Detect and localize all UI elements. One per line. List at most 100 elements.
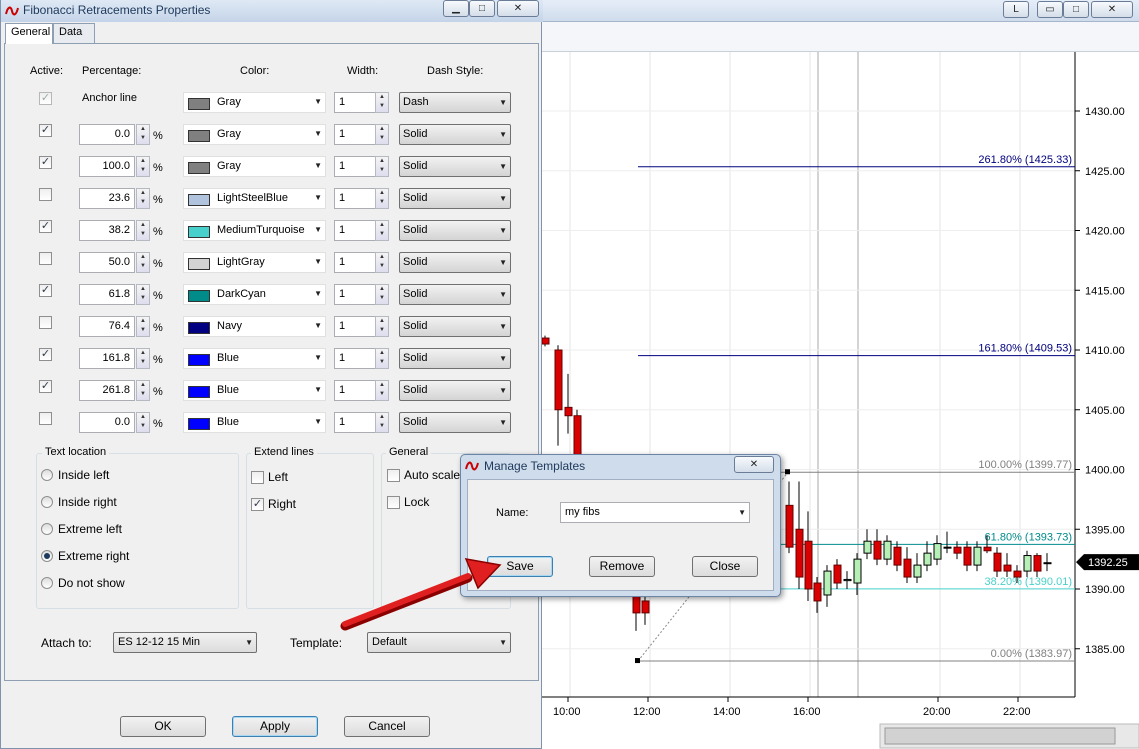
text-location-radio[interactable] [41,496,53,508]
level-width-input[interactable]: 1 [334,412,376,433]
anchor-dash-dropdown[interactable]: Dash ▼ [399,92,511,113]
level-percent-input[interactable]: 161.8 [79,348,135,369]
level-width-spinner[interactable]: ▲ ▼ [375,188,389,209]
level-percent-input[interactable]: 50.0 [79,252,135,273]
level-width-spinner[interactable]: ▲ ▼ [375,412,389,433]
level-width-spinner[interactable]: ▲ ▼ [375,284,389,305]
level-dash-dropdown[interactable]: Solid ▼ [399,316,511,337]
level-dash-dropdown[interactable]: Solid ▼ [399,252,511,273]
level-percent-spinner[interactable]: ▲ ▼ [136,220,150,241]
level-percent-input[interactable]: 76.4 [79,316,135,337]
level-active-checkbox[interactable]: ✓ [39,124,52,137]
level-percent-spinner[interactable]: ▲ ▼ [136,316,150,337]
level-color-dropdown[interactable]: Gray ▼ [183,156,326,177]
template-name-input[interactable]: my fibs ▼ [560,502,750,523]
chart-link-button[interactable]: L [1003,1,1029,18]
level-percent-spinner[interactable]: ▲ ▼ [136,188,150,209]
level-width-input[interactable]: 1 [334,220,376,241]
level-percent-spinner[interactable]: ▲ ▼ [136,252,150,273]
level-percent-input[interactable]: 0.0 [79,412,135,433]
level-dash-dropdown[interactable]: Solid ▼ [399,156,511,177]
level-dash-dropdown[interactable]: Solid ▼ [399,348,511,369]
level-width-spinner[interactable]: ▲ ▼ [375,316,389,337]
level-percent-spinner[interactable]: ▲ ▼ [136,380,150,401]
level-percent-spinner[interactable]: ▲ ▼ [136,156,150,177]
level-color-dropdown[interactable]: Navy ▼ [183,316,326,337]
level-width-spinner[interactable]: ▲ ▼ [375,348,389,369]
level-width-input[interactable]: 1 [334,252,376,273]
level-dash-dropdown[interactable]: Solid ▼ [399,412,511,433]
level-percent-input[interactable]: 0.0 [79,124,135,145]
level-width-spinner[interactable]: ▲ ▼ [375,156,389,177]
level-width-input[interactable]: 1 [334,316,376,337]
level-width-input[interactable]: 1 [334,348,376,369]
dialog-close-button[interactable]: ✕ [497,0,539,17]
level-percent-spinner[interactable]: ▲ ▼ [136,348,150,369]
manage-close-icon[interactable]: ✕ [734,456,774,473]
level-width-input[interactable]: 1 [334,380,376,401]
level-color-dropdown[interactable]: LightGray ▼ [183,252,326,273]
level-percent-input[interactable]: 23.6 [79,188,135,209]
level-active-checkbox[interactable] [39,316,52,329]
cancel-button[interactable]: Cancel [344,716,430,737]
text-location-radio[interactable] [41,469,53,481]
tab-general[interactable]: General [5,23,53,44]
anchor-width-spinner[interactable]: ▲ ▼ [375,92,389,113]
chart-close-button[interactable]: ✕ [1091,1,1133,18]
extend-left-checkbox[interactable] [251,471,264,484]
level-width-input[interactable]: 1 [334,284,376,305]
level-color-dropdown[interactable]: Blue ▼ [183,348,326,369]
level-active-checkbox[interactable] [39,252,52,265]
level-color-dropdown[interactable]: DarkCyan ▼ [183,284,326,305]
level-width-spinner[interactable]: ▲ ▼ [375,124,389,145]
close-button[interactable]: Close [692,556,758,577]
auto-scale-checkbox[interactable] [387,469,400,482]
apply-button[interactable]: Apply [232,716,318,737]
attach-to-dropdown[interactable]: ES 12-12 15 Min ▼ [113,632,257,653]
level-percent-spinner[interactable]: ▲ ▼ [136,124,150,145]
level-width-input[interactable]: 1 [334,188,376,209]
level-dash-dropdown[interactable]: Solid ▼ [399,124,511,145]
level-percent-input[interactable]: 261.8 [79,380,135,401]
level-color-dropdown[interactable]: Blue ▼ [183,380,326,401]
level-width-spinner[interactable]: ▲ ▼ [375,252,389,273]
dialog-minimize-button[interactable]: ▁ [443,0,469,17]
level-dash-dropdown[interactable]: Solid ▼ [399,380,511,401]
level-active-checkbox[interactable]: ✓ [39,380,52,393]
level-percent-spinner[interactable]: ▲ ▼ [136,412,150,433]
level-color-dropdown[interactable]: MediumTurquoise ▼ [183,220,326,241]
price-chart[interactable]: 1430.00 1425.00 1420.00 1415.00 1410.00 1405.… [540,52,1139,749]
save-button[interactable]: Save [487,556,553,577]
level-active-checkbox[interactable]: ✓ [39,284,52,297]
level-active-checkbox[interactable] [39,188,52,201]
anchor-width-input[interactable]: 1 [334,92,376,113]
level-width-input[interactable]: 1 [334,124,376,145]
dialog-maximize-button[interactable]: □ [469,0,495,17]
level-active-checkbox[interactable]: ✓ [39,220,52,233]
level-dash-dropdown[interactable]: Solid ▼ [399,220,511,241]
level-percent-input[interactable]: 100.0 [79,156,135,177]
text-location-radio[interactable] [41,550,53,562]
level-active-checkbox[interactable]: ✓ [39,156,52,169]
template-dropdown[interactable]: Default ▼ [367,632,511,653]
anchor-color-dropdown[interactable]: Gray ▼ [183,92,326,113]
level-percent-input[interactable]: 38.2 [79,220,135,241]
text-location-radio[interactable] [41,523,53,535]
level-width-spinner[interactable]: ▲ ▼ [375,220,389,241]
tab-data[interactable]: Data [53,23,95,43]
level-color-dropdown[interactable]: Blue ▼ [183,412,326,433]
level-color-dropdown[interactable]: Gray ▼ [183,124,326,145]
extend-right-checkbox[interactable]: ✓ [251,498,264,511]
level-active-checkbox[interactable]: ✓ [39,348,52,361]
ok-button[interactable]: OK [120,716,206,737]
level-dash-dropdown[interactable]: Solid ▼ [399,284,511,305]
level-percent-input[interactable]: 61.8 [79,284,135,305]
lock-checkbox[interactable] [387,496,400,509]
remove-button[interactable]: Remove [589,556,655,577]
level-width-spinner[interactable]: ▲ ▼ [375,380,389,401]
chart-maximize-button[interactable]: □ [1063,1,1089,18]
level-color-dropdown[interactable]: LightSteelBlue ▼ [183,188,326,209]
level-percent-spinner[interactable]: ▲ ▼ [136,284,150,305]
level-width-input[interactable]: 1 [334,156,376,177]
chart-minimize-button[interactable]: ▭ [1037,1,1063,18]
